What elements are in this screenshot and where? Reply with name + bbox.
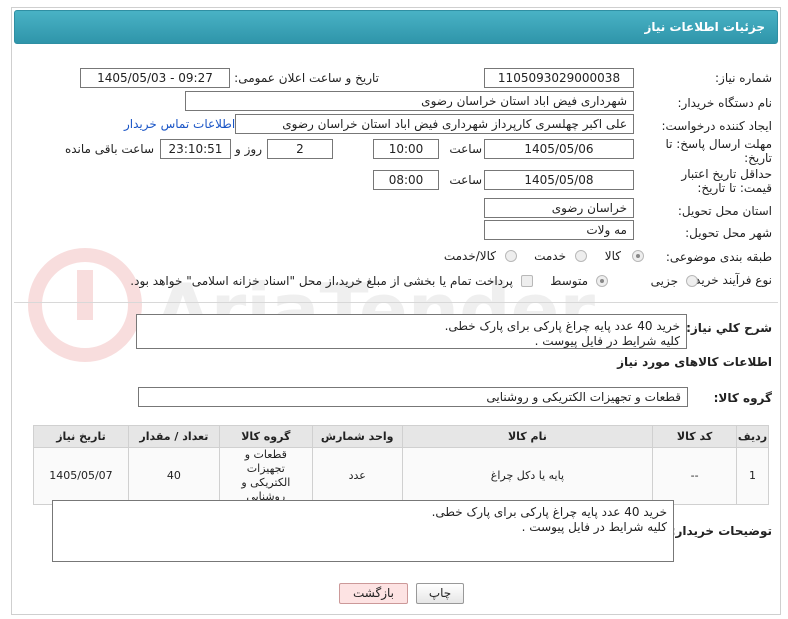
cell-unit: عدد [311, 447, 403, 505]
goods-section-title: اطلاعات کالاهای مورد نیاز [617, 355, 772, 369]
buyer-contact-link[interactable]: اطلاعات تماس خریدار [124, 117, 235, 131]
cell-row: 1 [736, 447, 769, 505]
goods-group-label: گروه کالا: [713, 391, 772, 405]
cell-group: قطعات و تجهیزات الکتریکی و روشنایی [218, 447, 313, 505]
buyer-org-field: شهرداری فیض اباد استان خراسان رضوی [185, 91, 634, 111]
col-group: گروه کالا [218, 425, 313, 448]
goods-group-field: قطعات و تجهیزات الکتریکی و روشنایی [138, 387, 688, 407]
delivery-city-field: مه ولات [484, 220, 634, 240]
reply-days-label: روز و [235, 142, 262, 156]
reply-deadline-label: مهلت ارسال پاسخ: تا تاریخ: [665, 137, 772, 165]
reply-time-label: ساعت [449, 142, 482, 156]
price-validity-date-field: 1405/05/08 [484, 170, 634, 190]
col-code: کد کالا [652, 425, 738, 448]
reply-time-field: 10:00 [373, 139, 439, 159]
process-medium-radio[interactable] [596, 275, 608, 287]
category-goods-label: کالا [604, 249, 621, 263]
table-row: 1 -- پایه یا دکل چراغ عدد قطعات و تجهیزا… [33, 447, 769, 505]
print-button[interactable]: چاپ [416, 583, 464, 604]
need-number-label: شماره نیاز: [715, 71, 772, 85]
creator-field: علی اکبر چهلسری کارپرداز شهرداری فیض ابا… [235, 114, 634, 134]
announce-field: 1405/05/03 - 09:27 [80, 68, 230, 88]
treasury-payment-checkbox[interactable] [521, 275, 533, 287]
col-name: نام کالا [401, 425, 654, 448]
cell-qty: 40 [127, 447, 220, 505]
category-service-label: خدمت [534, 249, 566, 263]
page-title: جزئیات اطلاعات نیاز [14, 10, 778, 44]
price-validity-label: حداقل تاریخ اعتبار قیمت: تا تاریخ: [681, 167, 772, 195]
need-number-field: 1105093029000038 [484, 68, 634, 88]
price-validity-time-field: 08:00 [373, 170, 439, 190]
process-minor-radio[interactable] [686, 275, 698, 287]
category-service-radio[interactable] [575, 250, 587, 262]
back-button[interactable]: بازگشت [339, 583, 408, 604]
buyer-org-label: نام دستگاه خریدار: [677, 96, 773, 110]
summary-label: شرح کلي نياز: [686, 321, 772, 335]
creator-label: ایجاد کننده درخواست: [661, 119, 772, 133]
col-date: تاریخ نیاز [33, 425, 129, 448]
category-goods-radio[interactable] [632, 250, 644, 262]
announce-label: تاریخ و ساعت اعلان عمومی: [234, 71, 379, 85]
divider [14, 302, 778, 303]
summary-textarea[interactable]: خرید 40 عدد پایه چراغ پارکی برای پارک خط… [136, 314, 687, 349]
delivery-province-label: استان محل تحویل: [677, 204, 772, 218]
category-label: طبقه بندی موضوعی: [665, 250, 772, 264]
col-qty: تعداد / مقدار [127, 425, 220, 448]
remaining-time-label: ساعت باقی مانده [64, 142, 154, 156]
cell-name: پایه یا دکل چراغ [401, 447, 654, 505]
reply-date-field: 1405/05/06 [484, 139, 634, 159]
col-row: ردیف [736, 425, 769, 448]
buyer-notes-label: توضیحات خریدار: [670, 524, 772, 538]
buyer-notes-textarea[interactable]: خرید 40 عدد پایه چراغ پارکی برای پارک خط… [52, 500, 674, 562]
process-label: نوع فرآیند خرید : [687, 273, 772, 287]
cell-date: 1405/05/07 [33, 447, 129, 505]
col-unit: واحد شمارش [311, 425, 403, 448]
category-goods-service-label: کالا/خدمت [443, 249, 496, 263]
category-goods-service-radio[interactable] [505, 250, 517, 262]
delivery-city-label: شهر محل تحویل: [685, 226, 772, 240]
cell-code: -- [652, 447, 738, 505]
process-medium-label: متوسط [550, 274, 588, 288]
treasury-payment-note: پرداخت تمام یا بخشی از مبلغ خرید،از محل … [130, 274, 513, 288]
goods-table: ردیف کد کالا نام کالا واحد شمارش گروه کا… [33, 425, 769, 505]
delivery-province-field: خراسان رضوی [484, 198, 634, 218]
reply-days-field: 2 [267, 139, 333, 159]
process-minor-label: جزیی [650, 274, 678, 288]
price-validity-time-label: ساعت [449, 173, 482, 187]
remaining-time-field: 23:10:51 [160, 139, 231, 159]
